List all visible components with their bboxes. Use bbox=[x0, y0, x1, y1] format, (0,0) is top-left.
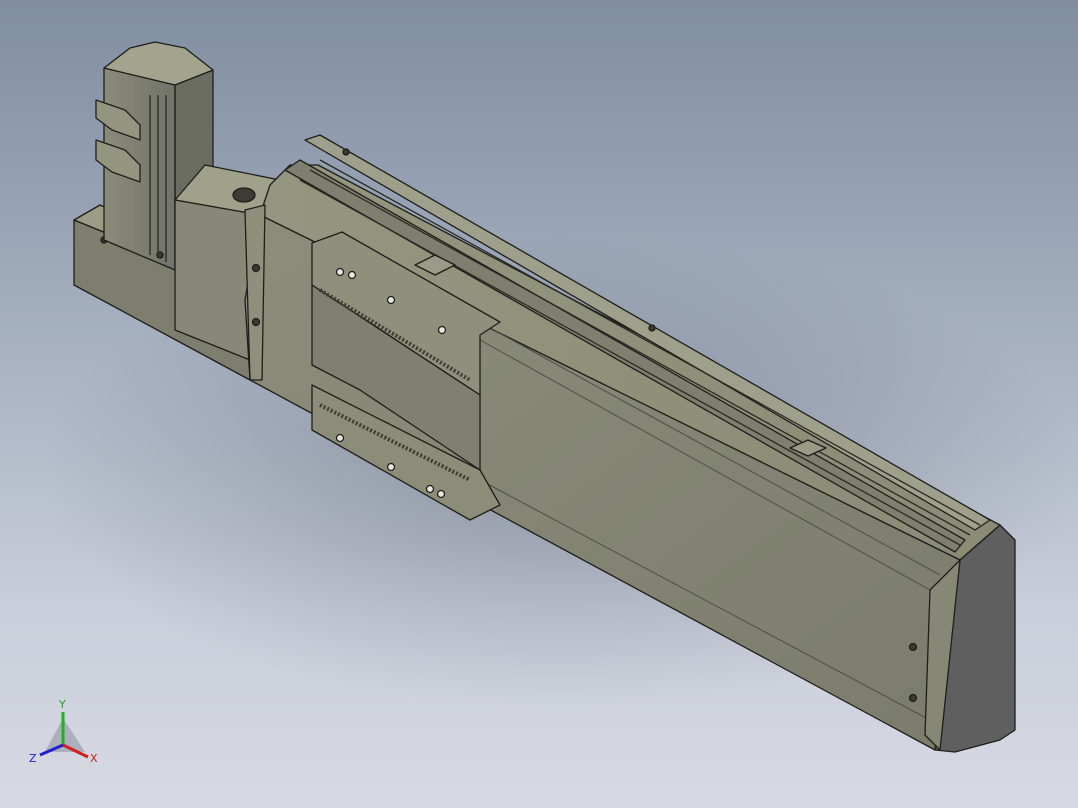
carriage-screw bbox=[425, 484, 435, 494]
end-cap-screw bbox=[908, 642, 918, 652]
carriage-screw bbox=[386, 462, 396, 472]
linear-actuator-model[interactable]: Y X Z bbox=[0, 0, 1078, 808]
cad-viewport[interactable]: Y X Z bbox=[0, 0, 1078, 808]
rail-screw bbox=[648, 324, 656, 332]
carriage-screw bbox=[437, 325, 447, 335]
triad-z-label: Z bbox=[29, 752, 37, 765]
carriage-screw bbox=[347, 270, 357, 280]
rail-screw bbox=[342, 148, 350, 156]
end-cap-screw bbox=[908, 693, 918, 703]
end-plate-screw bbox=[251, 263, 261, 273]
end-plate-screw bbox=[251, 317, 261, 327]
carriage-screw bbox=[386, 295, 396, 305]
triad-y-label: Y bbox=[58, 698, 66, 711]
carriage-screw bbox=[335, 433, 345, 443]
orientation-triad[interactable]: Y X Z bbox=[29, 698, 98, 765]
triad-x-label: X bbox=[90, 752, 98, 765]
carriage-screw bbox=[436, 489, 446, 499]
carriage-screw bbox=[335, 267, 345, 277]
housing-bore bbox=[232, 187, 256, 203]
motor-mount-screw bbox=[156, 251, 164, 259]
